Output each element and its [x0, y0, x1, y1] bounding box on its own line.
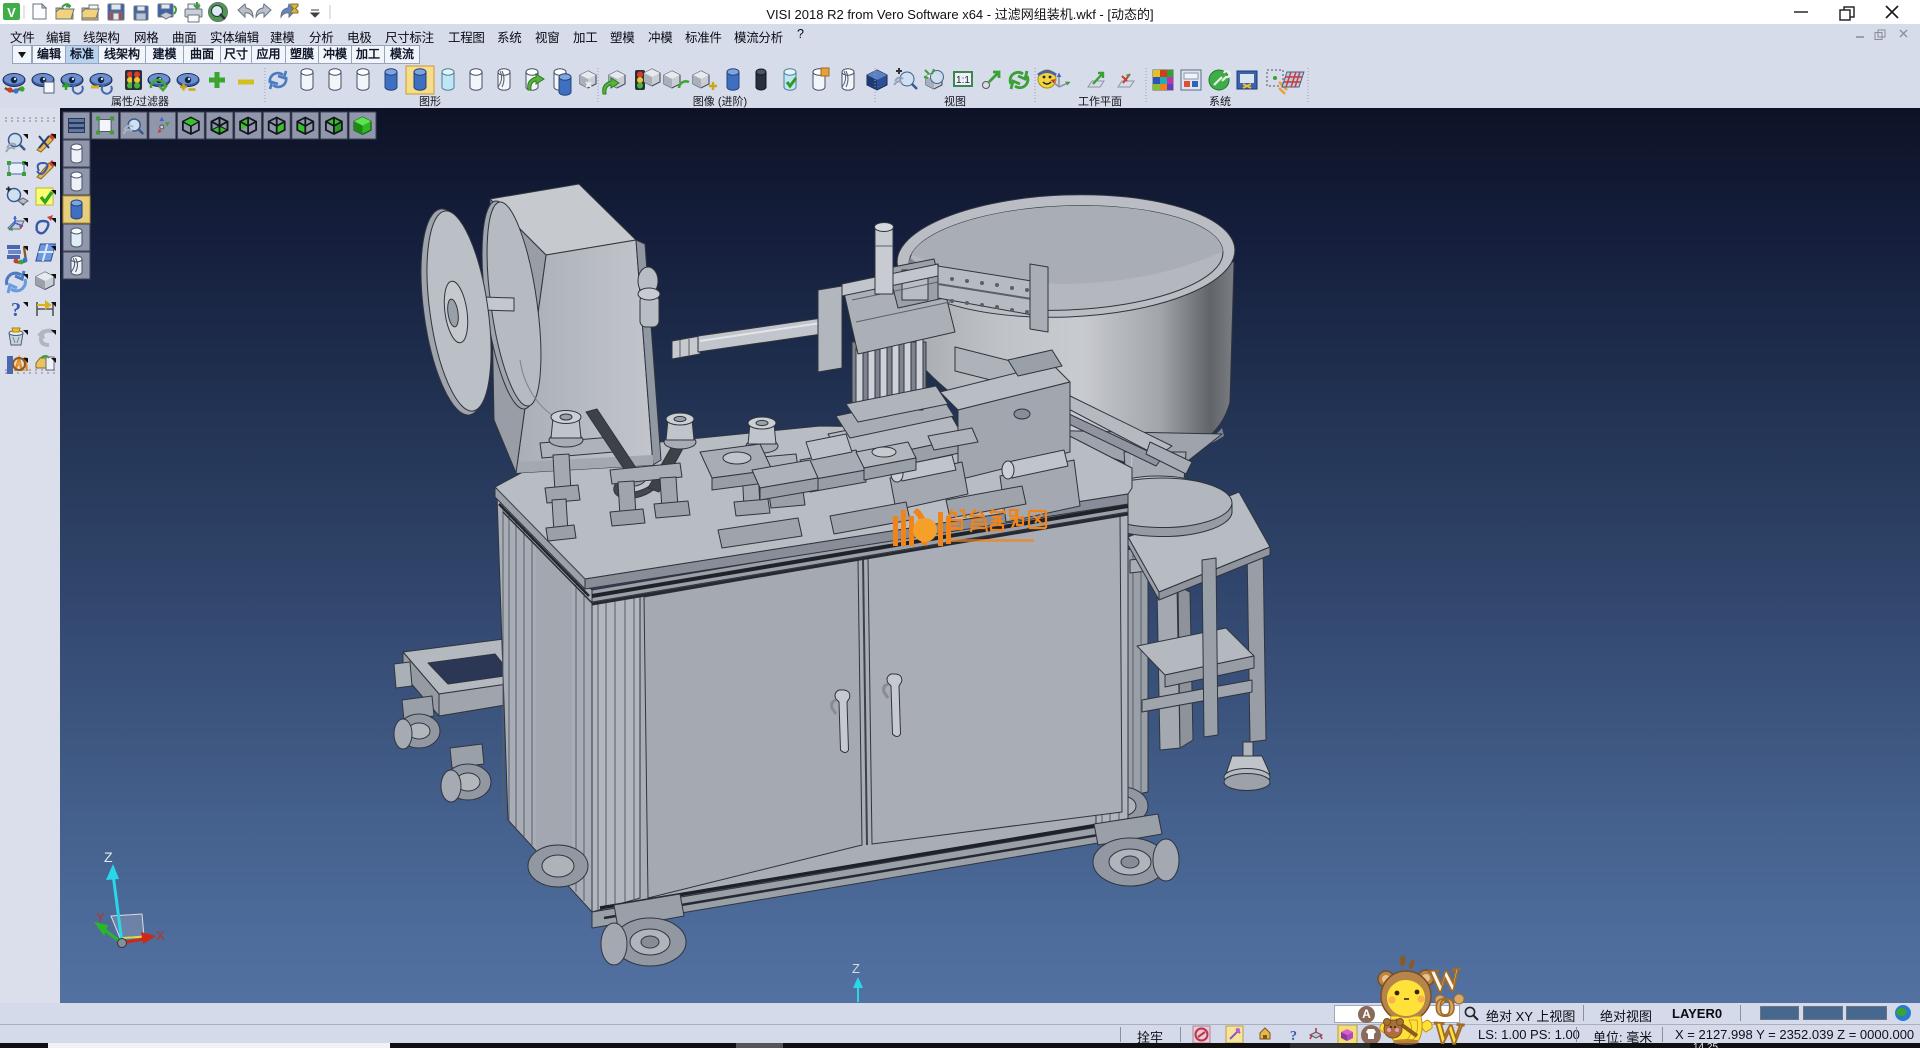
svg-text:?: ? — [11, 299, 21, 321]
svg-text:Z: Z — [852, 961, 860, 976]
svg-text:1:1: 1:1 — [956, 75, 970, 86]
svg-text:?: ? — [1290, 1029, 1297, 1044]
svg-text:Z: Z — [104, 849, 113, 865]
svg-text:X: X — [156, 928, 165, 943]
svg-text:W: W — [1433, 1016, 1465, 1048]
svg-text:Y: Y — [96, 910, 105, 925]
